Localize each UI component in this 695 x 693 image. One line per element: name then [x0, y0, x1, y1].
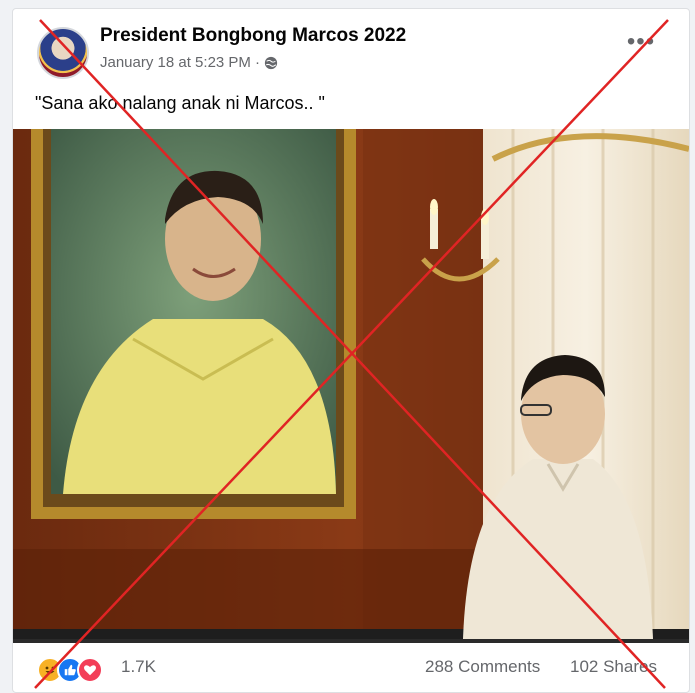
post-footer: 1.7K 288 Comments 102 Shares: [13, 649, 689, 689]
reaction-icons[interactable]: [37, 657, 103, 683]
love-icon: [77, 657, 103, 683]
photo-scene: [13, 129, 689, 639]
post-author[interactable]: President Bongbong Marcos 2022: [100, 25, 406, 47]
meta-separator: ·: [254, 54, 260, 71]
shares-count[interactable]: 102 Shares: [570, 657, 657, 677]
post-caption: "Sana ako nalang anak ni Marcos.. ": [35, 93, 325, 113]
reaction-count[interactable]: 1.7K: [121, 657, 156, 677]
page-avatar[interactable]: [37, 27, 89, 79]
post-photo[interactable]: [13, 129, 689, 639]
facebook-post-card: President Bongbong Marcos 2022 January 1…: [12, 8, 690, 693]
globe-icon[interactable]: [264, 56, 278, 70]
comments-count[interactable]: 288 Comments: [425, 657, 540, 677]
photo-bottom-edge: [13, 639, 689, 643]
post-meta: January 18 at 5:23 PM ·: [100, 54, 278, 71]
more-options-button[interactable]: •••: [623, 30, 659, 57]
post-date[interactable]: January 18 at 5:23 PM: [100, 54, 251, 71]
